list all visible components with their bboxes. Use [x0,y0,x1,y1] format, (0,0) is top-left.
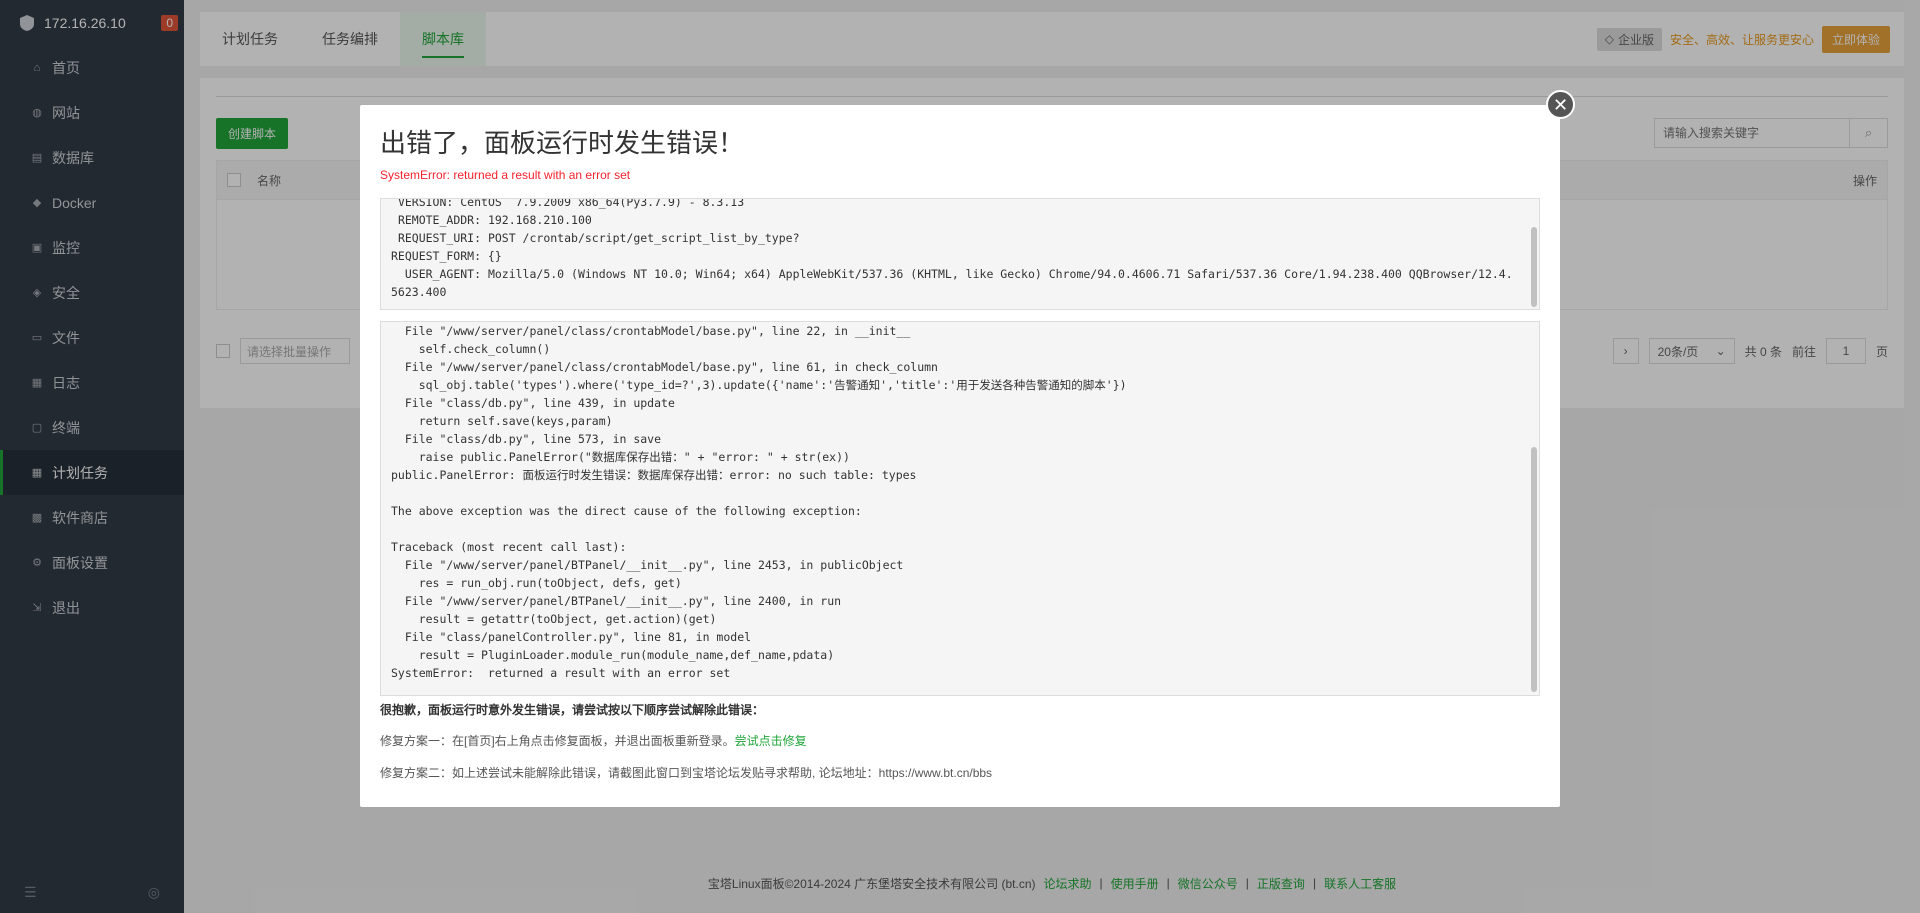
error-title: 出错了，面板运行时发生错误！ [380,129,745,159]
error-subtitle: SystemError: returned a result with an e… [380,168,631,182]
close-icon[interactable]: ✕ [1546,90,1575,119]
request-info-scrollbar[interactable] [1531,227,1537,307]
traceback-box[interactable]: File "/www/server/panel/class/crontabMod… [380,321,1540,696]
error-dialog: 出错了，面板运行时发生错误！ SystemError: returned a r… [360,105,1560,807]
try-repair-link[interactable]: 尝试点击修复 [735,734,807,748]
traceback-text: File "/www/server/panel/class/crontabMod… [391,324,1127,680]
request-info-text: VERSION: CentOS 7.9.2009 x86_64(Py3.7.9)… [391,198,1513,299]
fix-option-two: 修复方案二：如上述尝试未能解除此错误，请截图此窗口到宝塔论坛发贴寻求帮助, 论坛… [380,766,993,780]
request-info-box[interactable]: VERSION: CentOS 7.9.2009 x86_64(Py3.7.9)… [380,198,1540,310]
fix-option-one: 修复方案一：在[首页]右上角点击修复面板，并退出面板重新登录。尝试点击修复 [380,734,807,748]
traceback-scrollbar[interactable] [1531,447,1537,692]
error-hint: 很抱歉，面板运行时意外发生错误，请尝试按以下顺序尝试解除此错误： [380,703,765,717]
